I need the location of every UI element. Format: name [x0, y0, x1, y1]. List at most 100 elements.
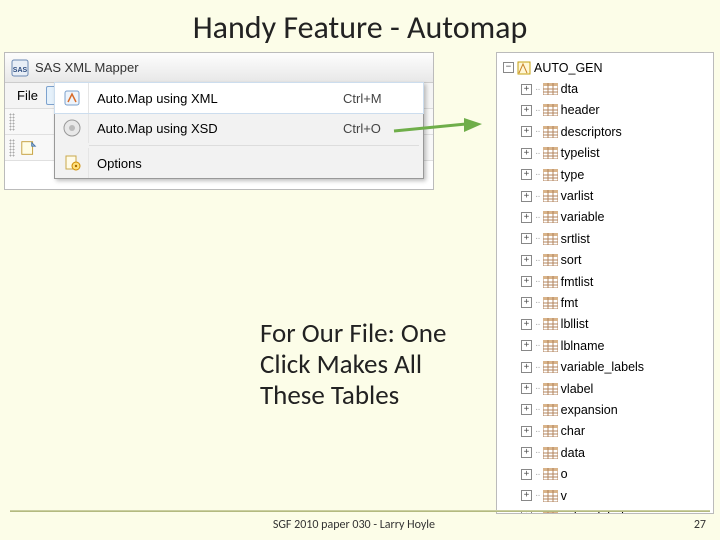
- expand-icon[interactable]: +: [521, 84, 532, 95]
- tree-item[interactable]: +··vlabel: [499, 378, 711, 399]
- tree-connector: ··: [535, 126, 540, 137]
- tree-connector: ··: [535, 490, 540, 501]
- tool-icon[interactable]: [19, 138, 39, 158]
- tree-item[interactable]: +··fmt: [499, 292, 711, 313]
- menu-file[interactable]: File: [9, 86, 46, 105]
- tree-connector: ··: [535, 255, 540, 266]
- expand-icon[interactable]: +: [521, 126, 532, 137]
- tree-connector: ··: [535, 319, 540, 330]
- tree-item[interactable]: +··variable: [499, 207, 711, 228]
- table-icon: [543, 468, 558, 480]
- tree-item[interactable]: +·· data: [499, 442, 711, 463]
- tree-item[interactable]: +·· fmtlist: [499, 271, 711, 292]
- toolbar-grip: [9, 139, 15, 157]
- tree-item[interactable]: +··expansion: [499, 399, 711, 420]
- menu-automap-xml[interactable]: Auto.Map using XML Ctrl+M: [55, 83, 423, 113]
- tree-connector: ··: [535, 404, 540, 415]
- table-icon: [543, 83, 558, 95]
- tree-item-label: lblname: [561, 339, 605, 353]
- tree-item-label: data: [561, 446, 585, 460]
- tree-item-label: descriptors: [561, 125, 622, 139]
- tree-item[interactable]: +··dta: [499, 78, 711, 99]
- expand-icon[interactable]: +: [521, 362, 532, 373]
- tree-connector: ··: [535, 276, 540, 287]
- tree-item[interactable]: +··v: [499, 485, 711, 506]
- expand-icon[interactable]: +: [521, 191, 532, 202]
- tree-item-label: o: [561, 467, 568, 481]
- expand-icon[interactable]: +: [521, 490, 532, 501]
- expand-icon[interactable]: +: [521, 426, 532, 437]
- tree-item-label: lbllist: [561, 317, 589, 331]
- tree-item[interactable]: +··char: [499, 421, 711, 442]
- expand-icon[interactable]: +: [521, 212, 532, 223]
- app-title: SAS XML Mapper: [35, 60, 139, 75]
- expand-icon[interactable]: +: [521, 404, 532, 415]
- tree-connector: ··: [535, 362, 540, 373]
- table-icon: [543, 104, 558, 116]
- tree-item[interactable]: +·· lbllist: [499, 314, 711, 335]
- tree-connector: ··: [535, 447, 540, 458]
- tree-connector: ··: [535, 191, 540, 202]
- tree-item[interactable]: +·· descriptors: [499, 121, 711, 142]
- tools-dropdown: Auto.Map using XML Ctrl+M Auto.Map using…: [54, 82, 424, 179]
- table-icon: [543, 318, 558, 330]
- menu-automap-xsd[interactable]: Auto.Map using XSD Ctrl+O: [55, 113, 423, 143]
- expand-icon[interactable]: +: [521, 233, 532, 244]
- options-icon: [55, 148, 89, 178]
- slide-caption: For Our File: One Click Makes All These …: [260, 318, 490, 411]
- tree-item-label: varlist: [561, 189, 594, 203]
- expand-icon[interactable]: +: [521, 319, 532, 330]
- tree-item[interactable]: +··variable_labels: [499, 356, 711, 377]
- tree-connector: ··: [535, 105, 540, 116]
- tree-item[interactable]: +··sort: [499, 250, 711, 271]
- expand-icon[interactable]: +: [521, 340, 532, 351]
- tree-item[interactable]: +·· o: [499, 463, 711, 484]
- table-icon: [543, 126, 558, 138]
- tree-connector: ··: [535, 148, 540, 159]
- expand-icon[interactable]: +: [521, 447, 532, 458]
- expand-icon[interactable]: +: [521, 383, 532, 394]
- tree-item[interactable]: +··lblname: [499, 335, 711, 356]
- expand-icon[interactable]: +: [521, 297, 532, 308]
- tree-item[interactable]: +·· varlist: [499, 185, 711, 206]
- menu-options[interactable]: Options: [55, 148, 423, 178]
- tree-item[interactable]: +·· header: [499, 100, 711, 121]
- menu-separator: [89, 145, 419, 146]
- tree-item[interactable]: +·· typelist: [499, 143, 711, 164]
- tree-item-label: type: [561, 168, 585, 182]
- collapse-icon[interactable]: −: [503, 62, 514, 73]
- menu-label: Auto.Map using XML: [89, 91, 343, 106]
- footer-rule: [10, 510, 710, 512]
- expand-icon[interactable]: +: [521, 469, 532, 480]
- expand-icon[interactable]: +: [521, 148, 532, 159]
- arrow-icon: [392, 118, 482, 138]
- tree-item-label: typelist: [561, 146, 600, 160]
- table-icon: [543, 211, 558, 223]
- tree-item-label: variable: [561, 210, 605, 224]
- tree-connector: ··: [535, 469, 540, 480]
- page-number: 27: [694, 518, 706, 532]
- footer: SGF 2010 paper 030 - Larry Hoyle 27: [0, 514, 720, 536]
- expand-icon[interactable]: +: [521, 105, 532, 116]
- tree-root[interactable]: − AUTO_GEN: [499, 57, 711, 78]
- tree-connector: ··: [535, 426, 540, 437]
- map-root-icon: [517, 61, 531, 75]
- menu-label: Auto.Map using XSD: [89, 121, 343, 136]
- titlebar: SAS SAS XML Mapper: [5, 53, 433, 83]
- table-icon: [543, 447, 558, 459]
- table-icon: [543, 490, 558, 502]
- expand-icon[interactable]: +: [521, 276, 532, 287]
- table-icon: [543, 233, 558, 245]
- table-icon: [543, 404, 558, 416]
- expand-icon[interactable]: +: [521, 255, 532, 266]
- tree-connector: ··: [535, 297, 540, 308]
- tree-root-label: AUTO_GEN: [534, 61, 603, 75]
- tree-item-label: header: [561, 103, 600, 117]
- table-icon: [543, 361, 558, 373]
- expand-icon[interactable]: +: [521, 169, 532, 180]
- tree-item[interactable]: +·· type: [499, 164, 711, 185]
- tree-item[interactable]: +··srtlist: [499, 228, 711, 249]
- table-icon: [543, 147, 558, 159]
- tree-item-label: fmtlist: [561, 275, 594, 289]
- tree-connector: ··: [535, 169, 540, 180]
